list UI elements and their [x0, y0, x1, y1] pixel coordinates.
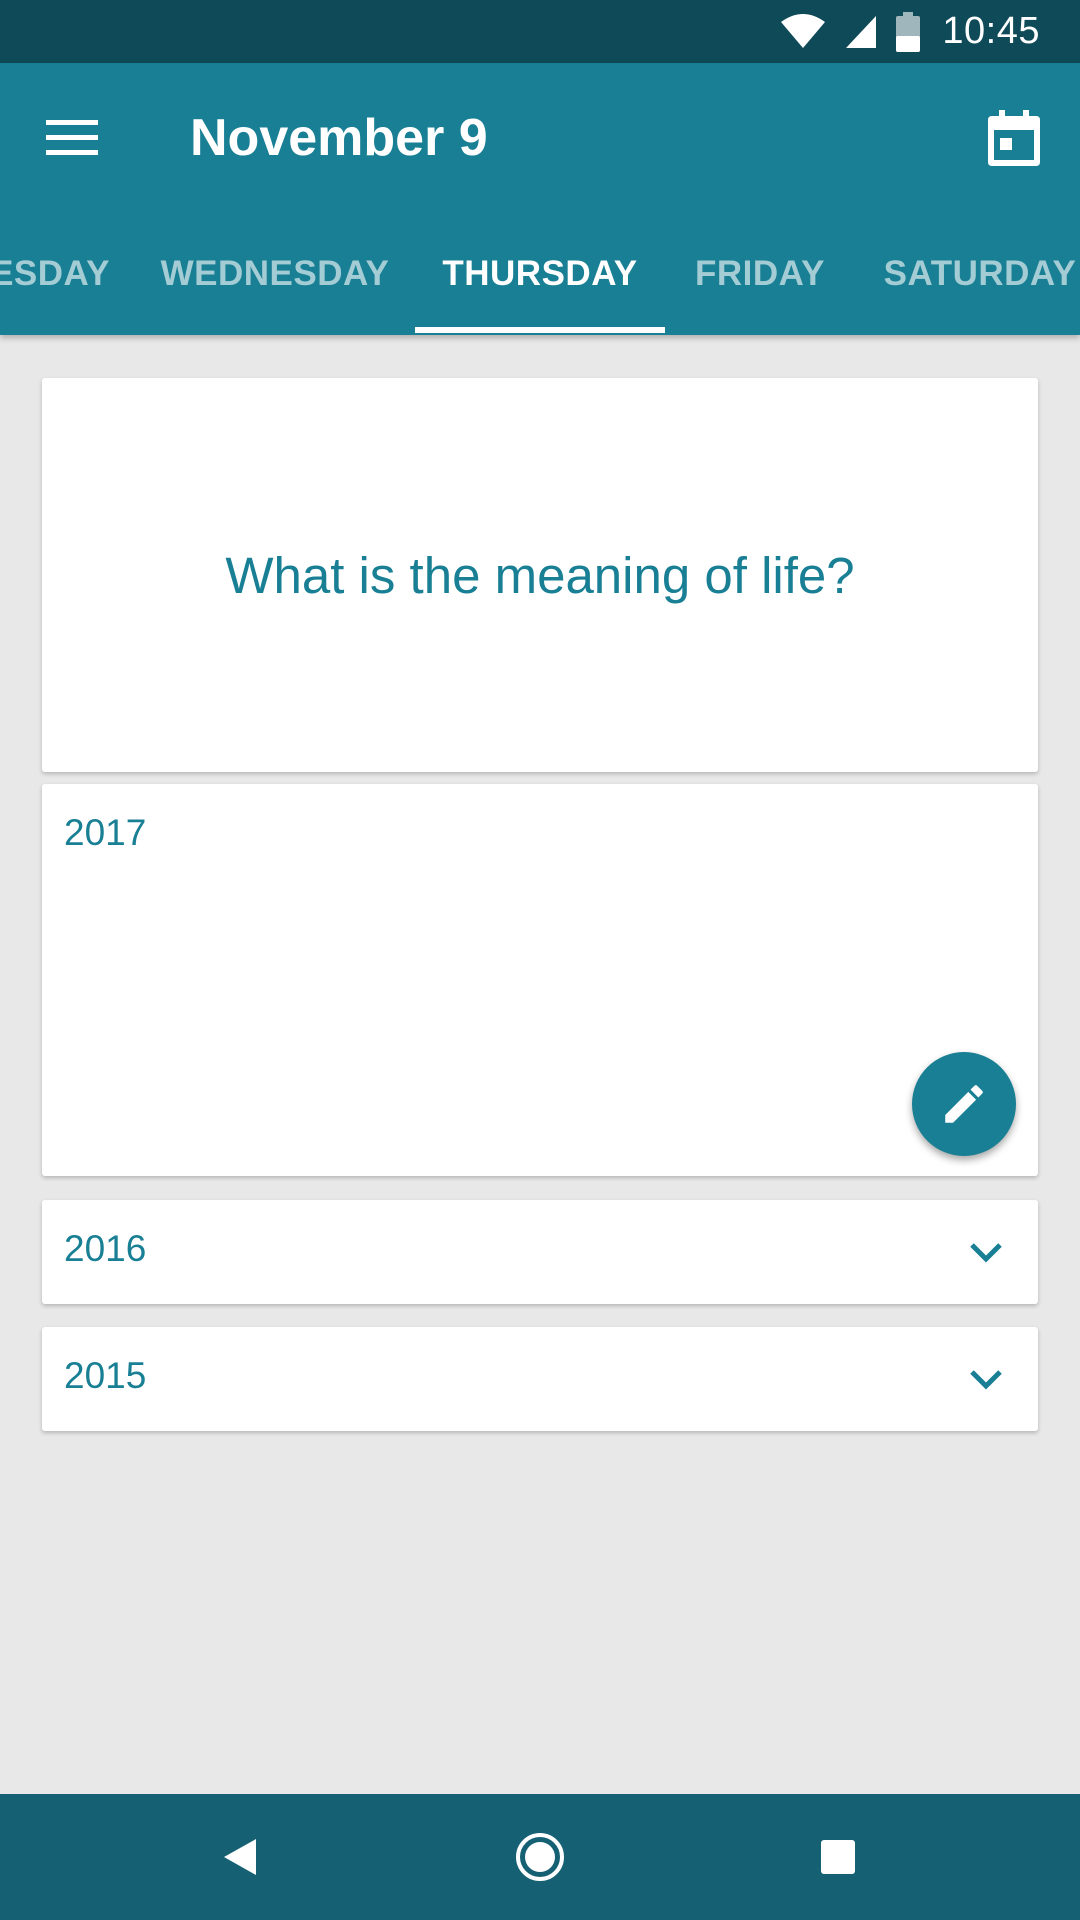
tab-wednesday[interactable]: WEDNESDAY — [150, 213, 400, 335]
tab-tuesday[interactable]: ESDAY — [0, 213, 120, 335]
day-tabs: ESDAY WEDNESDAY THURSDAY FRIDAY SATURDAY — [0, 213, 1080, 335]
entry-card-2016[interactable]: 2016 — [42, 1200, 1038, 1304]
calendar-button[interactable] — [982, 106, 1046, 170]
tab-friday[interactable]: FRIDAY — [680, 213, 840, 335]
app-bar: November 9 ESDAY WEDNESDAY THURSDAY FRID… — [0, 63, 1080, 335]
entry-year: 2017 — [64, 812, 147, 853]
menu-icon — [46, 120, 98, 155]
status-bar: 10:45 — [0, 0, 1080, 63]
toolbar: November 9 — [0, 63, 1080, 213]
entry-year: 2015 — [64, 1355, 147, 1396]
entry-card-current[interactable]: 2017 — [42, 784, 1038, 1176]
recents-button[interactable] — [798, 1817, 878, 1897]
chevron-down-icon[interactable] — [964, 1357, 1008, 1401]
wifi-icon — [780, 13, 826, 50]
pencil-icon — [945, 1085, 983, 1123]
back-icon — [224, 1839, 256, 1875]
question-text: What is the meaning of life? — [225, 546, 855, 604]
edit-entry-button[interactable] — [912, 1052, 1016, 1156]
recents-icon — [821, 1840, 855, 1874]
chevron-down-icon[interactable] — [964, 1230, 1008, 1274]
home-icon — [516, 1833, 564, 1881]
cell-signal-icon — [844, 14, 878, 50]
entry-card-2015[interactable]: 2015 — [42, 1327, 1038, 1431]
page-title: November 9 — [190, 109, 488, 167]
menu-button[interactable] — [40, 106, 104, 170]
status-time: 10:45 — [942, 10, 1040, 52]
tab-saturday[interactable]: SATURDAY — [870, 213, 1080, 335]
tab-thursday[interactable]: THURSDAY — [415, 213, 665, 335]
entry-year: 2016 — [64, 1228, 147, 1269]
active-tab-indicator — [415, 327, 665, 333]
battery-icon — [896, 11, 921, 52]
question-card: What is the meaning of life? — [42, 378, 1038, 772]
back-button[interactable] — [200, 1817, 280, 1897]
calendar-icon — [988, 110, 1040, 166]
home-button[interactable] — [500, 1817, 580, 1897]
system-nav-bar — [0, 1794, 1080, 1920]
